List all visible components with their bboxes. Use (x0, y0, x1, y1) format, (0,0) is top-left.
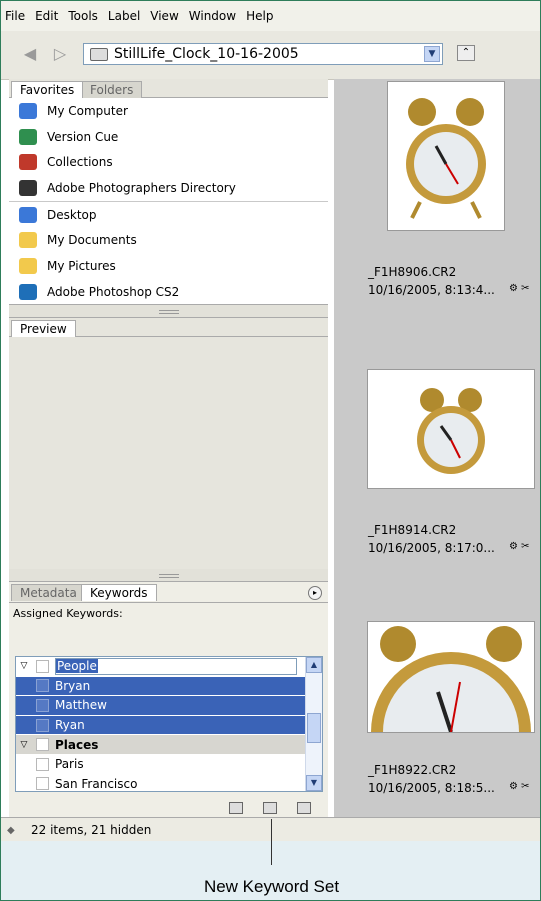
fav-photographers-directory[interactable]: Adobe Photographers Directory (9, 175, 328, 201)
keyword-buttons (229, 802, 311, 814)
folder-icon (90, 47, 108, 61)
tab-metadata[interactable]: Metadata (11, 584, 86, 601)
thumbnail-badge-icons: ⚙ ✂ (509, 283, 530, 294)
camera-tripod-icon (19, 179, 37, 196)
menu-window[interactable]: Window (189, 9, 236, 23)
fav-my-computer[interactable]: My Computer (9, 98, 328, 124)
thumbnail-badge-icons: ⚙ ✂ (509, 781, 530, 792)
keyword-row-places[interactable]: ▽ Places (16, 735, 322, 755)
fav-collections[interactable]: Collections (9, 149, 328, 175)
fav-my-pictures[interactable]: My Pictures (9, 253, 328, 279)
keyword-row-people[interactable]: ▽ People (16, 657, 322, 677)
thumbnail-date: 10/16/2005, 8:18:5... (368, 781, 495, 795)
chevron-down-icon[interactable]: ▼ (424, 46, 440, 62)
thumbnail-image[interactable] (367, 621, 535, 733)
callout-line (271, 819, 272, 865)
tab-preview[interactable]: Preview (11, 320, 76, 337)
keyword-row-matthew[interactable]: Matthew (16, 696, 322, 716)
menu-help[interactable]: Help (246, 9, 273, 23)
computer-icon (19, 102, 37, 119)
content-area: _F1H8906.CR2 10/16/2005, 8:13:4... ⚙ ✂ _… (334, 79, 540, 817)
tab-favorites[interactable]: Favorites (11, 81, 84, 98)
fav-version-cue[interactable]: Version Cue (9, 124, 328, 150)
favorites-list: My Computer Version Cue Collections Adob… (9, 98, 328, 305)
checkbox[interactable] (36, 777, 49, 791)
thumbnail-date: 10/16/2005, 8:17:0... (368, 541, 495, 555)
menu-edit[interactable]: Edit (35, 9, 58, 23)
keywords-tabstrip: Metadata Keywords ▸ (9, 582, 328, 603)
folder-up-icon[interactable]: ⌃ (457, 45, 475, 61)
keyword-row-ryan[interactable]: Ryan (16, 715, 322, 736)
keyword-row-bryan[interactable]: Bryan (16, 676, 322, 697)
path-dropdown[interactable]: StillLife_Clock_10-16-2005 ▼ (83, 43, 443, 65)
scroll-down-icon[interactable]: ▼ (306, 775, 322, 791)
trash-icon[interactable] (297, 802, 311, 814)
checkbox[interactable] (36, 738, 49, 752)
preview-tabstrip: Preview (9, 318, 328, 337)
alarm-clock-image (368, 622, 534, 732)
fav-my-documents[interactable]: My Documents (9, 227, 328, 253)
checkbox[interactable] (36, 718, 49, 732)
splitter-handle[interactable] (9, 305, 328, 318)
preview-area (9, 337, 328, 569)
keywords-panel: Metadata Keywords ▸ Assigned Keywords: ▽… (9, 582, 328, 834)
triangle-down-icon[interactable]: ▽ (16, 740, 32, 750)
triangle-down-icon[interactable]: ▽ (16, 661, 32, 671)
thumbnail-filename: _F1H8914.CR2 (368, 523, 457, 537)
thumbnail-image[interactable] (387, 81, 505, 231)
callout-label: New Keyword Set (203, 877, 340, 896)
window: File Edit Tools Label View Window Help ◀… (0, 0, 541, 901)
tab-keywords[interactable]: Keywords (81, 584, 157, 601)
left-panel: Favorites Folders My Computer Version Cu… (9, 79, 328, 834)
pictures-folder-icon (19, 257, 37, 274)
alarm-clock-image (388, 82, 504, 230)
status-text: 22 items, 21 hidden (31, 823, 152, 837)
menu-bar: File Edit Tools Label View Window Help (1, 1, 540, 31)
thumbnail-badge-icons: ⚙ ✂ (509, 541, 530, 552)
back-arrow-icon[interactable]: ◀ (19, 45, 41, 63)
collections-icon (19, 154, 37, 171)
new-keyword-set-folder-icon[interactable] (229, 802, 243, 814)
folder-icon (19, 232, 37, 249)
checkbox[interactable] (36, 757, 49, 771)
splitter-handle-2[interactable] (9, 569, 328, 582)
desktop-icon (19, 206, 37, 223)
toolbar: ◀ ▷ StillLife_Clock_10-16-2005 ▼ ⌃ (1, 31, 540, 80)
panel-menu-icon[interactable]: ▸ (308, 586, 322, 600)
keyword-row-san-francisco[interactable]: San Francisco (16, 775, 322, 791)
checkbox[interactable] (36, 659, 49, 673)
thumbnail-image[interactable] (367, 369, 535, 489)
menu-view[interactable]: View (150, 9, 178, 23)
scroll-up-icon[interactable]: ▲ (306, 657, 322, 673)
checkbox[interactable] (36, 679, 49, 693)
fav-photoshop-cs2[interactable]: Adobe Photoshop CS2 (9, 279, 328, 305)
new-keyword-icon[interactable] (263, 802, 277, 814)
favorites-tabstrip: Favorites Folders (9, 79, 328, 98)
photoshop-feather-icon (19, 283, 37, 300)
keyword-row-paris[interactable]: Paris (16, 755, 322, 775)
keyword-edit-field[interactable]: People (55, 657, 297, 675)
version-cue-icon (19, 128, 37, 145)
assigned-keywords-label: Assigned Keywords: (13, 607, 123, 620)
alarm-clock-image (368, 370, 534, 488)
forward-arrow-icon[interactable]: ▷ (49, 45, 71, 63)
keyword-list: ▽ People Bryan Matthew Ryan ▽ Places Pari… (15, 656, 323, 792)
scroll-thumb[interactable] (307, 713, 321, 743)
tab-folders[interactable]: Folders (81, 81, 143, 98)
menu-label[interactable]: Label (108, 9, 140, 23)
menu-file[interactable]: File (5, 9, 25, 23)
keyword-scrollbar[interactable]: ▲ ▼ (305, 657, 322, 791)
panel-toggle-icon[interactable]: ◆ (7, 825, 25, 836)
fav-desktop[interactable]: Desktop (9, 200, 328, 228)
thumbnail-filename: _F1H8906.CR2 (368, 265, 457, 279)
thumbnail-filename: _F1H8922.CR2 (368, 763, 457, 777)
menu-tools[interactable]: Tools (68, 9, 98, 23)
checkbox[interactable] (36, 698, 49, 712)
thumbnail-date: 10/16/2005, 8:13:4... (368, 283, 495, 297)
path-text: StillLife_Clock_10-16-2005 (114, 46, 299, 62)
